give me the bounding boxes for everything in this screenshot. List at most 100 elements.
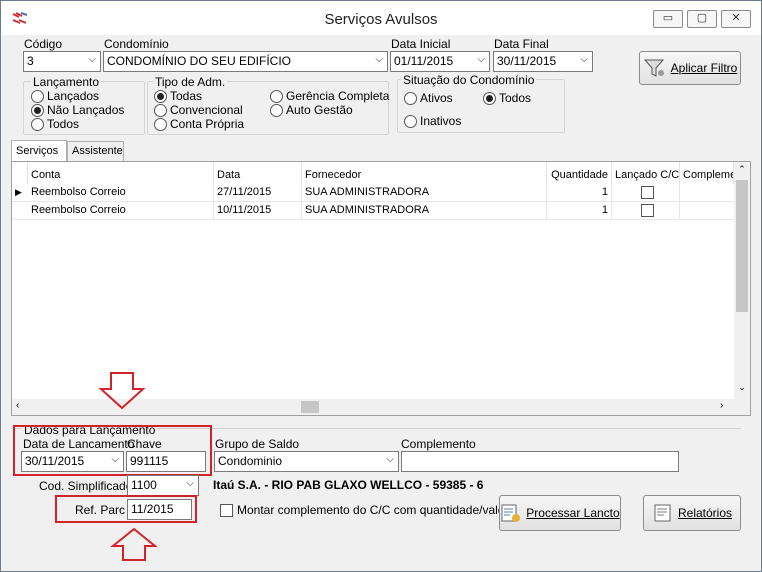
column-header[interactable]: Data: [214, 162, 302, 184]
chevron-down-icon: ⌵: [186, 478, 194, 489]
tipo-adm-option-4-label: Auto Gestão: [286, 103, 353, 117]
situacao-option-0[interactable]: Ativos: [404, 91, 453, 105]
maximize-button[interactable]: ▢: [687, 10, 717, 28]
radio-circle[interactable]: [31, 117, 44, 131]
close-button[interactable]: ✕: [721, 10, 751, 28]
column-header[interactable]: Quantidade: [547, 162, 612, 184]
column-header[interactable]: Conta: [28, 162, 214, 184]
table-cell-complemento[interactable]: [680, 202, 734, 220]
aplicar-filtro-label: Aplicar Filtro: [670, 61, 738, 75]
window-title: Serviços Avulsos: [324, 11, 438, 28]
lancamento-title: Lançamento: [31, 75, 102, 89]
tipo-adm-option-3[interactable]: Gerência Completa: [270, 89, 389, 103]
relatorios-button[interactable]: Relatórios: [643, 495, 741, 531]
data-final-label: Data Final: [494, 37, 549, 51]
column-header[interactable]: Compleme: [680, 162, 734, 184]
table-cell-data[interactable]: 27/11/2015: [214, 184, 302, 202]
complemento-label: Complemento: [401, 437, 476, 451]
radio-circle[interactable]: [404, 91, 417, 105]
lancamento-option-0[interactable]: Lançados: [31, 89, 99, 103]
processar-lancto-button[interactable]: Processar Lancto: [499, 495, 621, 531]
codigo-select[interactable]: 3 ⌵: [23, 51, 101, 72]
radio-circle[interactable]: [154, 103, 167, 117]
scroll-down-icon[interactable]: ⌄: [734, 382, 750, 393]
table-cell-lancado[interactable]: [612, 184, 680, 202]
radio-circle[interactable]: [404, 114, 417, 128]
tipo-adm-option-4[interactable]: Auto Gestão: [270, 103, 353, 117]
situacao-option-1[interactable]: Todos: [483, 91, 531, 105]
tipo-adm-option-1[interactable]: Convencional: [154, 103, 243, 117]
table-cell-quantidade[interactable]: 1: [547, 184, 612, 202]
chevron-down-icon: ⌵: [375, 54, 383, 65]
grupo-saldo-label: Grupo de Saldo: [215, 437, 300, 451]
row-indicator[interactable]: [12, 202, 28, 220]
lancado-checkbox[interactable]: [640, 204, 654, 217]
codigo-label: Código: [24, 37, 63, 51]
grid-header: Conta Data Fornecedor Quantidade Lançado C/C…: [12, 162, 734, 184]
radio-circle[interactable]: [31, 103, 44, 117]
vertical-scrollbar[interactable]: ⌃ ⌄: [734, 162, 750, 399]
lancamento-option-1-label: Não Lançados: [47, 103, 125, 117]
tipo-adm-radios: Todas Convencional Conta Própria Gerência C…: [154, 89, 389, 133]
table-cell-complemento[interactable]: [680, 184, 734, 202]
tipo-adm-option-0-label: Todas: [170, 89, 203, 103]
horizontal-scroll-thumb[interactable]: [301, 401, 319, 413]
situacao-option-2[interactable]: Inativos: [404, 114, 461, 128]
tipo-adm-option-2[interactable]: Conta Própria: [154, 117, 244, 131]
situacao-option-0-label: Ativos: [420, 91, 453, 105]
radio-circle[interactable]: [483, 91, 496, 105]
data-final-picker[interactable]: 30/11/2015 ⌵: [493, 51, 593, 72]
lancado-checkbox[interactable]: [640, 186, 654, 199]
tab-assistente[interactable]: Assistente: [67, 141, 124, 161]
relatorios-label: Relatórios: [677, 506, 733, 520]
table-cell-data[interactable]: 10/11/2015: [214, 202, 302, 220]
vertical-scroll-thumb[interactable]: [736, 180, 748, 312]
grupo-saldo-value: Condominio: [218, 454, 283, 468]
scroll-up-icon[interactable]: ⌃: [734, 164, 750, 175]
checkbox-box[interactable]: [220, 503, 233, 517]
scroll-right-icon[interactable]: ›: [720, 400, 723, 411]
filter-icon: [643, 59, 664, 77]
aplicar-filtro-button[interactable]: Aplicar Filtro: [639, 51, 741, 85]
situacao-option-2-label: Inativos: [420, 114, 462, 128]
data-inicial-value: 01/11/2015: [394, 54, 454, 68]
lancamento-option-2[interactable]: Todos: [31, 117, 79, 131]
table-cell-quantidade[interactable]: 1: [547, 202, 612, 220]
ref-parc-label: Ref. Parc: [75, 503, 126, 517]
data-inicial-picker[interactable]: 01/11/2015 ⌵: [390, 51, 490, 72]
scroll-left-icon[interactable]: ‹: [16, 400, 19, 411]
radio-circle[interactable]: [31, 89, 44, 103]
table-cell-conta[interactable]: Reembolso Correio: [28, 184, 214, 202]
cod-simplificado-select[interactable]: 1100 ⌵: [127, 475, 199, 496]
column-header[interactable]: Lançado C/C: [612, 162, 680, 184]
chevron-down-icon: ⌵: [386, 454, 394, 465]
tipo-adm-option-3-label: Gerência Completa: [286, 89, 390, 103]
table-cell-conta[interactable]: Reembolso Correio: [28, 202, 214, 220]
chevron-down-icon: ⌵: [88, 54, 96, 65]
annotation-highlight-box: [13, 425, 212, 476]
tipo-adm-option-2-label: Conta Própria: [170, 117, 245, 131]
column-header[interactable]: Fornecedor: [302, 162, 547, 184]
radio-circle[interactable]: [270, 103, 283, 117]
table-cell-lancado[interactable]: [612, 202, 680, 220]
condominio-value: CONDOMÍNIO DO SEU EDIFÍCIO: [107, 54, 292, 68]
lancamento-option-1[interactable]: Não Lançados: [31, 103, 124, 117]
radio-circle[interactable]: [154, 89, 167, 103]
cod-simplificado-label: Cod. Simplificado: [39, 479, 133, 493]
radio-circle[interactable]: [270, 89, 283, 103]
radio-circle[interactable]: [154, 117, 167, 131]
tipo-adm-option-0[interactable]: Todas: [154, 89, 202, 103]
chevron-down-icon: ⌵: [477, 54, 485, 65]
main-window: Serviços Avulsos ▭ ▢ ✕ Código 3 ⌵ Condomí…: [0, 0, 762, 572]
condominio-select[interactable]: CONDOMÍNIO DO SEU EDIFÍCIO ⌵: [103, 51, 388, 72]
tab-servicos[interactable]: Serviços: [11, 140, 67, 161]
minimize-button[interactable]: ▭: [653, 10, 683, 28]
ref-parc-input[interactable]: 11/2015: [127, 499, 192, 520]
montar-complemento-checkbox[interactable]: Montar complemento do C/C com quantidade…: [220, 503, 508, 517]
row-indicator[interactable]: ▶: [12, 184, 28, 202]
table-cell-fornecedor[interactable]: SUA ADMINISTRADORA: [302, 202, 547, 220]
grupo-saldo-select[interactable]: Condominio ⌵: [214, 451, 399, 472]
table-cell-fornecedor[interactable]: SUA ADMINISTRADORA: [302, 184, 547, 202]
situacao-option-1-label: Todos: [499, 91, 532, 105]
complemento-input[interactable]: [401, 451, 679, 472]
